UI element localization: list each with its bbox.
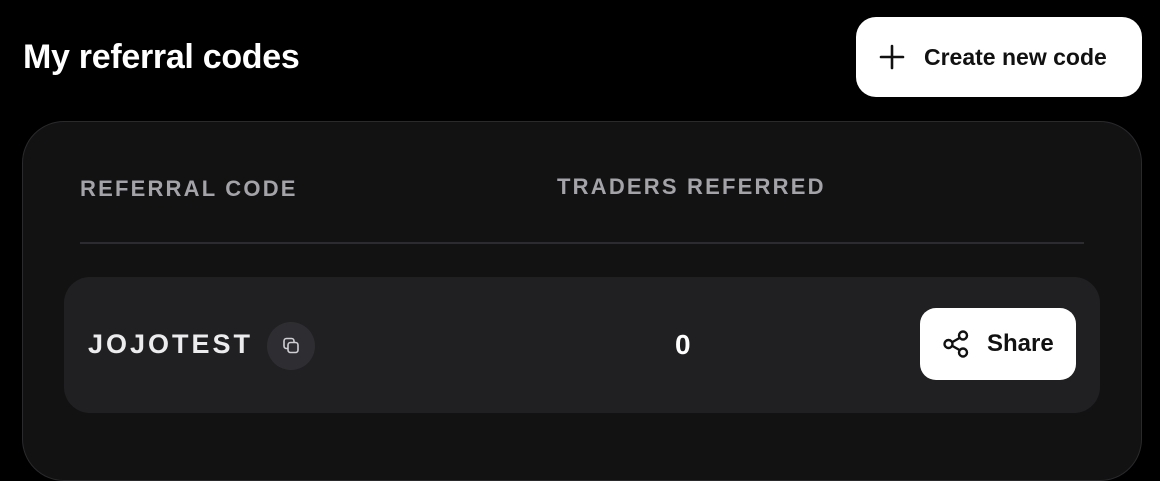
page-title: My referral codes (23, 38, 300, 76)
column-header-traders-referred: TRADERS REFERRED (557, 174, 826, 199)
copy-icon (281, 336, 301, 356)
referral-code-value: JOJOTEST (88, 329, 254, 359)
share-button[interactable]: Share (920, 308, 1076, 380)
plus-icon (878, 43, 906, 71)
create-new-code-button[interactable]: Create new code (856, 17, 1142, 97)
table-row: JOJOTEST 0 Share (64, 277, 1100, 413)
column-header-referral-code: REFERRAL CODE (80, 176, 298, 201)
referral-codes-card: REFERRAL CODE TRADERS REFERRED JOJOTEST … (22, 121, 1142, 481)
copy-code-button[interactable] (267, 322, 315, 370)
header-divider (80, 242, 1084, 244)
create-new-code-label: Create new code (924, 43, 1107, 70)
share-label: Share (987, 330, 1054, 357)
share-icon (941, 329, 971, 359)
traders-referred-count: 0 (675, 329, 691, 360)
